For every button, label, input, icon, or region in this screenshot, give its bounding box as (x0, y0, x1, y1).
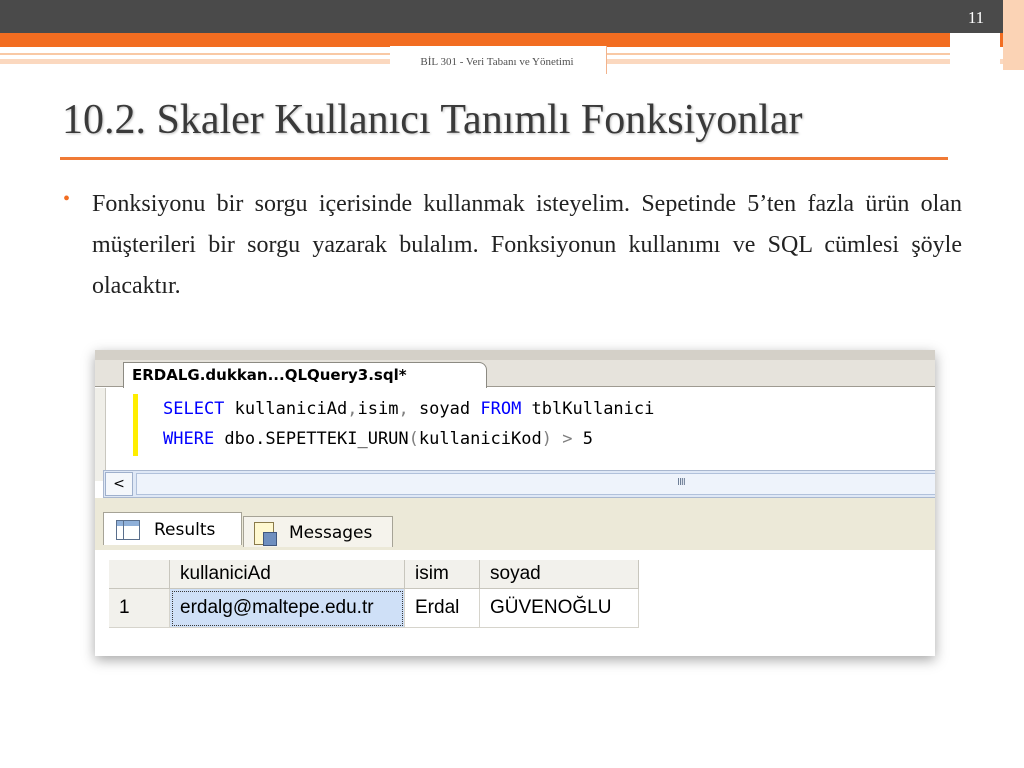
sql-number: 5 (582, 429, 593, 449)
slide-number: 11 (967, 8, 985, 27)
scroll-left-button[interactable]: < (105, 472, 133, 496)
decor-right-strip (1003, 0, 1024, 70)
results-grid: kullaniciAd isim soyad 1 erdalg@maltepe.… (109, 560, 644, 628)
slide-subtitle: BİL 301 - Veri Tabanı ve Yönetimi (420, 56, 574, 68)
title-underline (60, 157, 948, 160)
table-row: 1 erdalg@maltepe.edu.tr Erdal GÜVENOĞLU (109, 588, 639, 628)
bullet-icon: • (63, 188, 71, 210)
sql-operator: > (551, 429, 583, 449)
messages-icon (254, 522, 277, 546)
table-header-row: kullaniciAd isim soyad (109, 560, 639, 589)
sql-text: dbo.SEPETTEKI_URUN (214, 429, 409, 449)
sql-text: tblKullanici (521, 399, 655, 419)
bullet-text: Fonksiyonu bir sorgu içerisinde kullanma… (92, 191, 962, 299)
tab-messages[interactable]: Messages (243, 516, 393, 547)
results-table: kullaniciAd isim soyad 1 erdalg@maltepe.… (109, 560, 639, 628)
sql-punct: , (398, 399, 409, 419)
slide-title: 10.2. Skaler Kullanıcı Tanımlı Fonksiyon… (62, 97, 803, 143)
scroll-grip-icon: IIII (677, 477, 686, 488)
sql-punct: , (347, 399, 358, 419)
subtitle-box: BİL 301 - Veri Tabanı ve Yönetimi (390, 46, 607, 74)
sql-punct: ( (408, 429, 419, 449)
grid-icon (116, 520, 140, 540)
sql-text: kullaniciAd (224, 399, 348, 419)
horizontal-scrollbar[interactable]: < IIII (103, 470, 935, 498)
query-tab[interactable]: ERDALG.dukkan...QLQuery3.sql* (123, 362, 487, 388)
cell-soyad[interactable]: GÜVENOĞLU (479, 588, 639, 628)
top-bar (0, 0, 1024, 33)
cell-isim[interactable]: Erdal (404, 588, 480, 628)
tab-results-label: Results (154, 520, 216, 540)
sql-text: kullaniciKod (418, 429, 542, 449)
sql-screenshot: ERDALG.dukkan...QLQuery3.sql* SELECT kul… (95, 350, 935, 656)
sql-punct: ) (541, 429, 552, 449)
sql-text: soyad (408, 399, 481, 419)
row-number-header (109, 560, 170, 589)
sql-editor[interactable]: SELECT kullaniciAd,isim, soyad FROM tblK… (163, 394, 654, 454)
change-marker (133, 394, 138, 456)
tab-messages-label: Messages (289, 523, 373, 543)
editor-gutter (95, 388, 106, 481)
scroll-thumb[interactable]: IIII (136, 473, 935, 495)
tab-results[interactable]: Results (103, 512, 242, 545)
column-header[interactable]: soyad (479, 560, 639, 589)
row-number[interactable]: 1 (109, 588, 170, 628)
sql-keyword: SELECT (163, 399, 225, 419)
query-tab-label: ERDALG.dukkan...QLQuery3.sql* (132, 366, 407, 384)
orange-band (0, 33, 1024, 47)
sql-text: isim (357, 399, 399, 419)
column-header[interactable]: isim (404, 560, 480, 589)
column-header[interactable]: kullaniciAd (169, 560, 405, 589)
sql-keyword: FROM (480, 399, 522, 419)
sql-line-1: SELECT kullaniciAd,isim, soyad FROM tblK… (163, 399, 654, 419)
sql-line-2: WHERE dbo.SEPETTEKI_URUN(kullaniciKod) >… (163, 429, 593, 449)
cell-kullaniciad[interactable]: erdalg@maltepe.edu.tr (169, 588, 405, 628)
sql-keyword: WHERE (163, 429, 215, 449)
